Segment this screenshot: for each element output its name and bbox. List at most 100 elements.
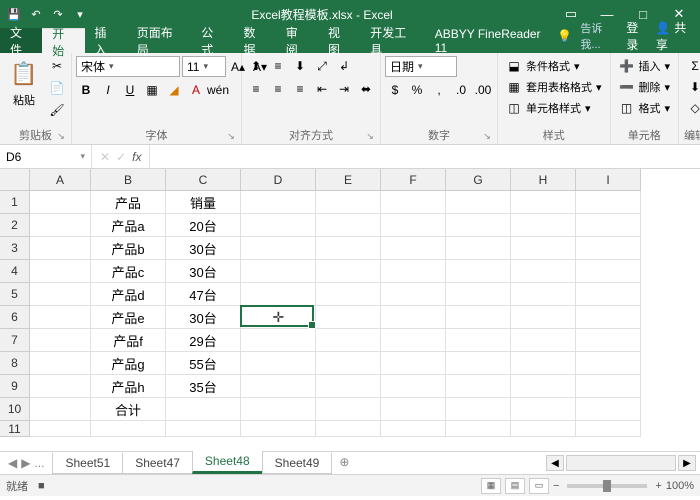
cell[interactable] <box>30 375 91 398</box>
phonetic-button[interactable]: wén <box>208 80 228 100</box>
cell-B4[interactable]: 产品c <box>91 260 166 283</box>
cell[interactable] <box>511 191 576 214</box>
merge-cells-icon[interactable]: ⬌ <box>356 79 376 99</box>
dialog-launcher-icon[interactable]: ↘ <box>225 131 237 143</box>
cell[interactable] <box>446 306 511 329</box>
format-cells-button[interactable]: ◫格式 ▾ <box>615 98 675 118</box>
cell[interactable] <box>30 214 91 237</box>
cell[interactable] <box>241 375 316 398</box>
cell-B8[interactable]: 产品g <box>91 352 166 375</box>
column-header[interactable]: B <box>91 169 166 191</box>
cell-C9[interactable]: 35台 <box>166 375 241 398</box>
page-layout-view-button[interactable]: ▤ <box>505 478 525 494</box>
cell[interactable] <box>316 260 381 283</box>
enter-formula-icon[interactable]: ✓ <box>116 150 126 164</box>
increase-decimal-icon[interactable]: .0 <box>451 80 471 100</box>
row-header[interactable]: 7 <box>0 329 30 352</box>
sheet-tab[interactable]: Sheet51 <box>52 453 123 474</box>
column-header[interactable]: H <box>511 169 576 191</box>
cell-B1[interactable]: 产品 <box>91 191 166 214</box>
cell[interactable] <box>381 214 446 237</box>
login-link[interactable]: 登录 <box>626 19 648 53</box>
align-bottom-icon[interactable]: ⬇ <box>290 56 310 76</box>
cell[interactable] <box>30 352 91 375</box>
cell-C4[interactable]: 30台 <box>166 260 241 283</box>
fx-icon[interactable]: fx <box>132 150 141 164</box>
cell[interactable] <box>381 398 446 421</box>
row-header[interactable]: 4 <box>0 260 30 283</box>
cell[interactable] <box>30 398 91 421</box>
row-header[interactable]: 3 <box>0 237 30 260</box>
row-header[interactable]: 6 <box>0 306 30 329</box>
currency-button[interactable]: $ <box>385 80 405 100</box>
tab-abbyy-finereader-11[interactable]: ABBYY FineReader 11 <box>425 28 558 53</box>
format-painter-button[interactable]: 🖌 <box>47 100 67 120</box>
zoom-slider[interactable] <box>567 484 647 488</box>
cell-C6[interactable]: 30台 <box>166 306 241 329</box>
tab-公式[interactable]: 公式 <box>191 28 233 53</box>
cell[interactable] <box>241 398 316 421</box>
align-middle-icon[interactable]: ≡ <box>268 56 288 76</box>
cell[interactable] <box>241 191 316 214</box>
cell-C1[interactable]: 销量 <box>166 191 241 214</box>
cell[interactable] <box>30 306 91 329</box>
cell[interactable] <box>241 260 316 283</box>
cell[interactable] <box>316 306 381 329</box>
cell[interactable] <box>381 283 446 306</box>
formula-input[interactable] <box>150 145 700 168</box>
cell-B7[interactable]: 产品f <box>91 329 166 352</box>
underline-button[interactable]: U <box>120 80 140 100</box>
decrease-indent-icon[interactable]: ⇤ <box>312 79 332 99</box>
redo-icon[interactable]: ↷ <box>48 4 68 24</box>
font-color-button[interactable]: A <box>186 80 206 100</box>
tell-me-input[interactable]: 告诉我... <box>580 20 618 52</box>
cell[interactable] <box>446 421 511 437</box>
macro-record-icon[interactable]: ■ <box>38 480 45 492</box>
tab-视图[interactable]: 视图 <box>318 28 360 53</box>
tab-file[interactable]: 文件 <box>0 28 42 53</box>
dialog-launcher-icon[interactable]: ↘ <box>364 131 376 143</box>
dialog-launcher-icon[interactable]: ↘ <box>481 131 493 143</box>
cell[interactable] <box>511 398 576 421</box>
format-table-button[interactable]: ▦套用表格格式 ▾ <box>502 77 606 97</box>
cell[interactable] <box>166 398 241 421</box>
paste-button[interactable]: 📋 粘贴 <box>4 56 44 110</box>
wrap-text-icon[interactable]: ↲ <box>334 56 354 76</box>
sheet-nav-prev-icon[interactable]: ◀ <box>8 456 17 470</box>
fill-color-button[interactable]: ◢ <box>164 80 184 100</box>
cell[interactable] <box>511 329 576 352</box>
cell[interactable] <box>316 214 381 237</box>
cell[interactable] <box>241 421 316 437</box>
insert-cells-button[interactable]: ➕插入 ▾ <box>615 56 675 76</box>
zoom-level[interactable]: 100% <box>666 480 694 492</box>
cancel-formula-icon[interactable]: ✕ <box>100 150 110 164</box>
cell-C8[interactable]: 55台 <box>166 352 241 375</box>
cell[interactable] <box>576 352 641 375</box>
cell[interactable] <box>91 421 166 437</box>
clear-button[interactable]: ◇ <box>683 98 700 118</box>
cell[interactable] <box>446 352 511 375</box>
sheet-tab[interactable]: Sheet47 <box>122 453 193 474</box>
dialog-launcher-icon[interactable]: ↘ <box>55 131 67 143</box>
share-button[interactable]: 👤 共享 <box>656 19 694 53</box>
tab-审阅[interactable]: 审阅 <box>276 28 318 53</box>
row-header[interactable]: 11 <box>0 421 30 437</box>
cell[interactable] <box>241 352 316 375</box>
cell[interactable] <box>241 329 316 352</box>
cell[interactable] <box>30 421 91 437</box>
column-header[interactable]: G <box>446 169 511 191</box>
delete-cells-button[interactable]: ➖删除 ▾ <box>615 77 675 97</box>
orientation-icon[interactable]: ⤢ <box>312 56 332 76</box>
hscroll-track[interactable] <box>566 455 676 471</box>
cell[interactable] <box>446 214 511 237</box>
hscroll-left-button[interactable]: ◀ <box>546 455 564 471</box>
tab-开发工具[interactable]: 开发工具 <box>360 28 424 53</box>
tell-me-lightbulb-icon[interactable]: 💡 <box>557 29 572 43</box>
cell[interactable] <box>511 421 576 437</box>
cell[interactable] <box>381 306 446 329</box>
cell[interactable] <box>316 329 381 352</box>
cell[interactable] <box>241 214 316 237</box>
cell[interactable] <box>381 421 446 437</box>
cell[interactable] <box>446 237 511 260</box>
cell[interactable] <box>166 421 241 437</box>
